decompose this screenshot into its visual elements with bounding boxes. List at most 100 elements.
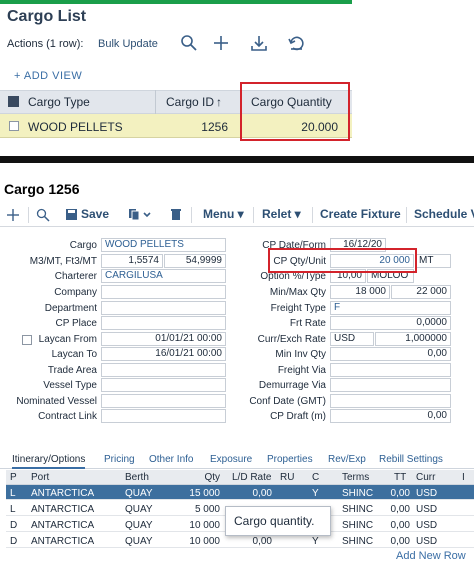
select-all-checkbox[interactable] xyxy=(8,96,19,107)
column-header-tt[interactable]: TT xyxy=(394,472,406,483)
company-field[interactable] xyxy=(101,285,226,299)
search-icon[interactable] xyxy=(180,34,198,52)
column-header-ru[interactable]: RU xyxy=(280,472,294,483)
cell-tt: 0,00 xyxy=(390,488,410,499)
demurrage-via-field[interactable] xyxy=(330,378,451,392)
vessel-type-label: Vessel Type xyxy=(43,380,97,391)
min-inv-qty-field[interactable]: 0,00 xyxy=(330,347,451,361)
conf-date-field[interactable] xyxy=(330,394,451,408)
cell-terms: SHINC xyxy=(342,520,374,531)
toolbar-divider xyxy=(253,207,254,223)
column-header-c[interactable]: C xyxy=(312,472,319,483)
tab-itinerary-options[interactable]: Itinerary/Options xyxy=(12,454,86,469)
column-header-port[interactable]: Port xyxy=(31,472,49,483)
cell-qty: 10 000 xyxy=(189,536,220,547)
add-view-button[interactable]: + ADD VIEW xyxy=(14,70,82,82)
exchange-rate-field[interactable]: 1,000000 xyxy=(375,332,451,346)
tab-properties[interactable]: Properties xyxy=(267,454,313,465)
highlight-box-cargo-quantity xyxy=(240,82,350,141)
cell-ld-rate: 0,00 xyxy=(252,536,272,547)
currency-field[interactable]: USD xyxy=(330,332,374,346)
trade-area-field[interactable] xyxy=(101,363,226,377)
m3mt-field[interactable]: 1,5574 xyxy=(101,254,163,268)
max-qty-field[interactable]: 22 000 xyxy=(391,285,451,299)
delete-icon[interactable] xyxy=(170,208,182,221)
freight-via-field[interactable] xyxy=(330,363,451,377)
save-button[interactable]: Save xyxy=(81,207,109,221)
cargo-label: Cargo xyxy=(69,240,97,251)
cell-terms: SHINC xyxy=(342,536,374,547)
relet-dropdown[interactable]: Relet ▾ xyxy=(262,207,301,221)
frt-rate-label: Frt Rate xyxy=(289,318,326,329)
cp-place-field[interactable] xyxy=(101,316,226,330)
ft3mt-field[interactable]: 54,9999 xyxy=(164,254,226,268)
download-icon[interactable] xyxy=(250,34,268,52)
min-inv-qty-label: Min Inv Qty xyxy=(275,349,326,360)
add-icon[interactable] xyxy=(212,34,230,52)
cell-curr: USD xyxy=(416,536,438,547)
curr-exch-label: Curr/Exch Rate xyxy=(257,334,326,345)
toolbar-divider xyxy=(28,207,29,223)
column-header-berth[interactable]: Berth xyxy=(125,472,149,483)
tab-rebill-settings[interactable]: Rebill Settings xyxy=(379,454,443,465)
save-icon[interactable] xyxy=(65,208,78,221)
cell-port: ANTARCTICA xyxy=(31,520,95,531)
min-qty-field[interactable]: 18 000 xyxy=(330,285,390,299)
column-header-ld-rate[interactable]: L/D Rate xyxy=(232,472,271,483)
menu-dropdown[interactable]: Menu ▾ xyxy=(203,207,244,221)
toolbar-divider xyxy=(191,207,192,223)
nominated-vessel-field[interactable] xyxy=(101,394,226,408)
search-icon[interactable] xyxy=(36,208,50,222)
cell-berth: QUAY xyxy=(125,520,153,531)
contract-link-label: Contract Link xyxy=(38,411,97,422)
contract-link-field[interactable] xyxy=(101,409,226,423)
cell-ld-rate: 0,00 xyxy=(252,488,272,499)
charterer-label: Charterer xyxy=(54,271,97,282)
cell-tt: 0,00 xyxy=(390,520,410,531)
charterer-field[interactable]: CARGILUSA xyxy=(101,269,226,283)
cell-cargo-id: 1256 xyxy=(201,120,228,134)
tab-exposure[interactable]: Exposure xyxy=(210,454,252,465)
cell-p: L xyxy=(10,488,16,499)
column-header-i[interactable]: I xyxy=(462,472,465,483)
freight-type-field[interactable]: F xyxy=(330,301,451,315)
department-field[interactable] xyxy=(101,301,226,315)
cell-qty: 10 000 xyxy=(189,520,220,531)
cp-unit-field[interactable]: MT xyxy=(415,254,451,268)
toolbar-divider xyxy=(312,207,313,223)
laycan-from-label: Laycan From xyxy=(38,334,97,345)
column-header-cargo-id[interactable]: Cargo ID xyxy=(166,95,214,109)
schedule-button[interactable]: Schedule V xyxy=(414,207,474,221)
nominated-vessel-label: Nominated Vessel xyxy=(16,396,97,407)
row-checkbox[interactable] xyxy=(9,121,19,131)
cell-curr: USD xyxy=(416,520,438,531)
undo-icon[interactable] xyxy=(287,34,305,52)
column-header-qty[interactable]: Qty xyxy=(180,472,220,483)
copy-icon[interactable] xyxy=(128,208,154,221)
column-header-p[interactable]: P xyxy=(10,472,17,483)
bulk-update-button[interactable]: Bulk Update xyxy=(98,38,158,50)
laycan-to-field[interactable]: 16/01/21 00:00 xyxy=(101,347,226,361)
laycan-from-field[interactable]: 01/01/21 00:00 xyxy=(101,332,226,346)
vessel-type-field[interactable] xyxy=(101,378,226,392)
column-divider xyxy=(155,90,156,114)
frt-rate-field[interactable]: 0,0000 xyxy=(330,316,451,330)
create-fixture-button[interactable]: Create Fixture xyxy=(320,207,401,221)
cargo-field[interactable]: WOOD PELLETS xyxy=(101,238,226,252)
tab-other-info[interactable]: Other Info xyxy=(149,454,193,465)
column-header-cargo-type[interactable]: Cargo Type xyxy=(28,95,90,109)
add-new-row-link[interactable]: Add New Row xyxy=(396,550,466,562)
tab-rev-exp[interactable]: Rev/Exp xyxy=(328,454,366,465)
cell-qty: 15 000 xyxy=(189,488,220,499)
tab-pricing[interactable]: Pricing xyxy=(104,454,135,465)
toolbar-divider xyxy=(406,207,407,223)
column-header-terms[interactable]: Terms xyxy=(342,472,369,483)
sort-ascending-icon[interactable]: ↑ xyxy=(216,95,222,109)
cp-draft-field[interactable]: 0,00 xyxy=(330,409,451,423)
cp-draft-label: CP Draft (m) xyxy=(270,411,326,422)
cell-port: ANTARCTICA xyxy=(31,488,95,499)
column-header-curr[interactable]: Curr xyxy=(416,472,435,483)
demurrage-via-label: Demurrage Via xyxy=(258,380,326,391)
highlight-box-cp-qty xyxy=(268,248,417,273)
add-icon[interactable] xyxy=(6,208,20,222)
